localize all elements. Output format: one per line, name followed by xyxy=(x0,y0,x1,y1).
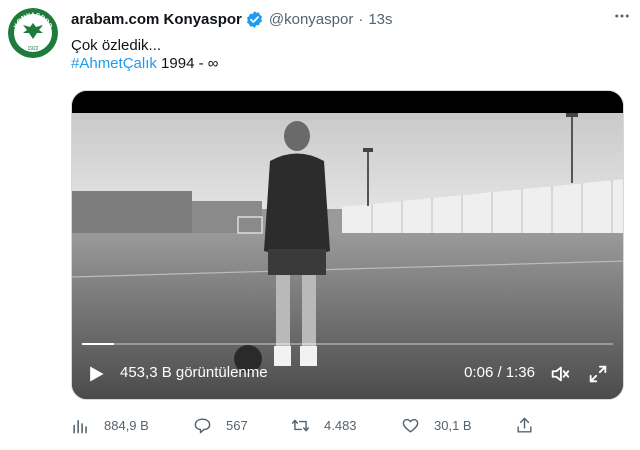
hashtag-link[interactable]: #AhmetÇalık xyxy=(71,55,157,72)
video-controls: 453,3 B görüntülenme 0:06 / 1:36 xyxy=(72,349,623,399)
fullscreen-icon[interactable] xyxy=(587,363,609,385)
logo-year: 1922 xyxy=(27,46,38,52)
progress-fill xyxy=(82,343,114,345)
like-count: 30,1 B xyxy=(434,417,472,433)
analytics-button[interactable]: 884,9 B xyxy=(71,412,149,438)
author-handle[interactable]: @konyaspor xyxy=(269,11,353,28)
video-player[interactable]: 453,3 B görüntülenme 0:06 / 1:36 xyxy=(71,90,624,400)
heart-icon xyxy=(402,418,419,433)
like-button[interactable]: 30,1 B xyxy=(401,412,472,438)
share-button[interactable] xyxy=(515,412,548,438)
share-icon xyxy=(517,417,532,433)
video-timecode: 0:06 / 1:36 xyxy=(464,364,535,381)
author-name[interactable]: arabam.com Konyaspor xyxy=(71,11,242,28)
view-count: 453,3 B görüntülenme xyxy=(120,364,268,381)
volume-muted-icon[interactable] xyxy=(549,363,571,385)
retweet-button[interactable]: 4.483 xyxy=(291,412,357,438)
tweet-text-line2: #AhmetÇalık 1994 - ∞ xyxy=(71,54,218,74)
reply-button[interactable]: 567 xyxy=(193,412,248,438)
play-icon[interactable] xyxy=(86,364,106,384)
tweet-header: arabam.com Konyaspor @konyaspor · 13s xyxy=(71,8,628,30)
reply-icon xyxy=(194,417,211,433)
tweet-actions: 884,9 B 567 4.483 30,1 B xyxy=(71,412,551,438)
separator-dot: · xyxy=(358,10,364,28)
retweet-count: 4.483 xyxy=(324,417,357,433)
konyaspor-logo: KONYASPOR 1922 xyxy=(8,8,58,58)
retweet-icon xyxy=(291,419,310,431)
analytics-count: 884,9 B xyxy=(104,417,149,433)
verified-badge-icon xyxy=(245,10,264,29)
progress-bar[interactable] xyxy=(82,343,613,345)
tweet-text-line1: Çok özledik... xyxy=(71,37,162,54)
more-options-icon[interactable] xyxy=(610,4,634,28)
avatar[interactable]: KONYASPOR 1922 xyxy=(8,8,58,58)
timestamp[interactable]: 13s xyxy=(368,11,392,28)
tweet-text-rest: 1994 - ∞ xyxy=(156,55,219,72)
analytics-icon xyxy=(73,419,87,433)
reply-count: 567 xyxy=(226,417,248,433)
